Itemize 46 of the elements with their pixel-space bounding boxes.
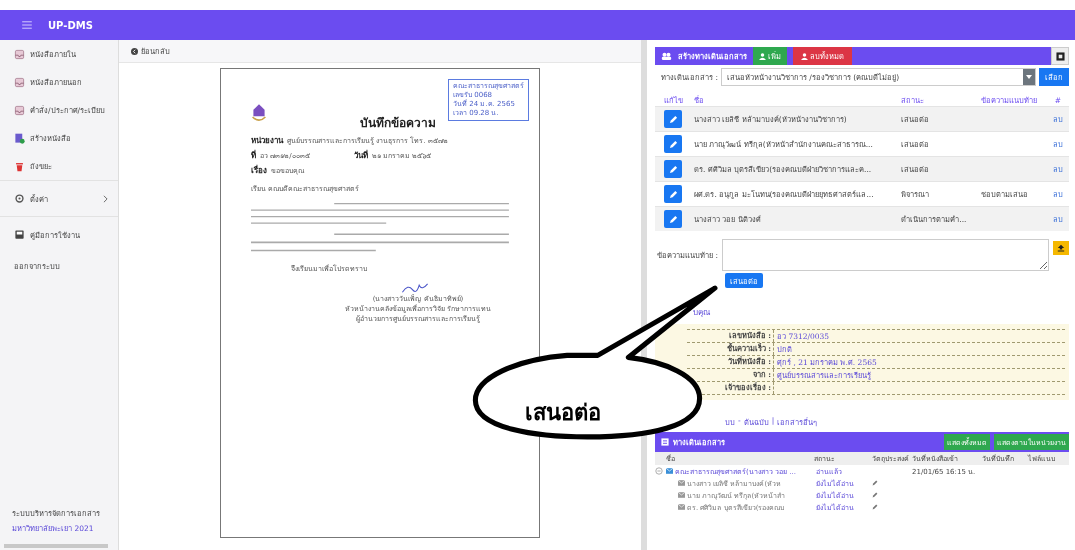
edit-button[interactable] [664, 160, 682, 178]
university-logo-icon [251, 103, 267, 123]
document-plus-icon [14, 132, 25, 144]
back-arrow-icon [131, 47, 138, 55]
signature-drawing [401, 281, 429, 295]
field-label: ที่ [251, 149, 256, 162]
field-label: หน่วยงาน [251, 135, 283, 147]
chevron-icon [103, 194, 108, 203]
field-label: เรื่อง [251, 164, 267, 177]
comment-field[interactable] [721, 239, 1049, 271]
users-icon [661, 52, 672, 60]
book-icon [14, 229, 25, 240]
caret-icon [1026, 75, 1032, 79]
pencil-icon [668, 189, 678, 199]
edit-button[interactable] [664, 110, 682, 128]
envelope-icon [666, 468, 673, 474]
edit-button[interactable] [664, 135, 682, 153]
maximize-button[interactable] [1051, 47, 1069, 65]
inbox-icon [14, 48, 25, 60]
user-icon [801, 52, 808, 60]
upload-button[interactable] [1053, 241, 1069, 255]
menu-icon[interactable] [22, 21, 32, 29]
subject-link[interactable]: บคุณ [693, 306, 1069, 319]
upload-icon [1057, 244, 1065, 252]
pencil-icon [668, 114, 678, 124]
app-title: UP-DMS [48, 19, 93, 31]
document-title: บันทึกข้อความ [360, 115, 436, 132]
user-icon [759, 52, 766, 60]
inbox-icon [14, 76, 25, 88]
field-label: วันที่ [353, 149, 368, 162]
pencil-icon [668, 214, 678, 224]
envelope-icon [678, 504, 685, 510]
envelope-icon [678, 492, 685, 498]
document-icon [661, 438, 669, 446]
pencil-icon [668, 164, 678, 174]
settings-icon [14, 193, 25, 204]
speech-bubble-text: เสนอต่อ [525, 399, 601, 427]
trash-icon [14, 160, 25, 172]
edit-button[interactable] [664, 210, 682, 228]
pencil-icon [668, 139, 678, 149]
envelope-icon [678, 480, 685, 486]
maximize-icon [1055, 51, 1065, 61]
scrollbar[interactable] [4, 544, 108, 548]
tree-toggle-icon[interactable] [655, 467, 663, 475]
inbox-icon [14, 104, 25, 116]
edit-button[interactable] [664, 185, 682, 203]
